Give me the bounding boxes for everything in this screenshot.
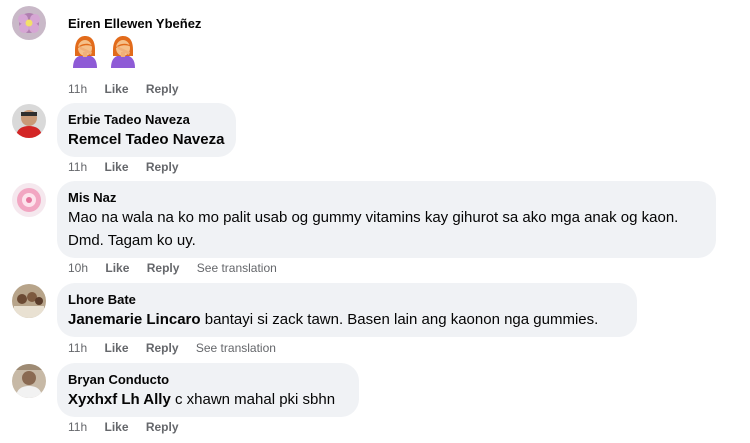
comment-actions: 11h Like Reply bbox=[68, 160, 193, 174]
emoji-row bbox=[70, 34, 138, 68]
comment-time[interactable]: 11h bbox=[68, 160, 87, 174]
comment-item: Erbie Tadeo Naveza Remcel Tadeo Naveza 1… bbox=[0, 100, 750, 180]
comment-author[interactable]: Lhore Bate bbox=[68, 291, 625, 308]
person-avatar-icon bbox=[12, 364, 46, 398]
comment-bubble: Bryan Conducto Xyxhxf Lh Ally c xhawn ma… bbox=[57, 363, 359, 417]
like-button[interactable]: Like bbox=[104, 341, 128, 355]
comment-bubble: Eiren Ellewen Ybeñez bbox=[57, 7, 213, 32]
comment-text: Mao na wala na ko mo palit usab og gummy… bbox=[68, 209, 679, 249]
comment-author[interactable]: Mis Naz bbox=[68, 189, 704, 206]
comment-actions: 11h Like Reply See translation bbox=[68, 341, 290, 355]
facepalm-emoji bbox=[111, 36, 135, 68]
comment-item: Mis Naz Mao na wala na ko mo palit usab … bbox=[0, 180, 750, 280]
comment-bubble: Erbie Tadeo Naveza Remcel Tadeo Naveza bbox=[57, 103, 237, 157]
comment-text: bantayi si zack tawn. Basen lain ang kao… bbox=[204, 311, 599, 328]
flower-avatar-icon bbox=[12, 6, 46, 40]
comment-actions: 10h Like Reply See translation bbox=[68, 261, 291, 275]
avatar[interactable] bbox=[12, 104, 46, 138]
tagged-user[interactable]: Remcel Tadeo Naveza bbox=[68, 128, 224, 151]
pink-avatar-icon bbox=[12, 183, 46, 217]
comment-bubble: Lhore Bate Janemarie Lincaro bantayi si … bbox=[57, 283, 637, 337]
group-avatar-icon bbox=[12, 284, 46, 318]
comment-item: Bryan Conducto Xyxhxf Lh Ally c xhawn ma… bbox=[0, 360, 750, 443]
comment-item: Eiren Ellewen Ybeñez 11h Like Reply bbox=[0, 0, 750, 100]
facepalm-emoji bbox=[73, 36, 97, 68]
comment-author[interactable]: Bryan Conducto bbox=[68, 371, 347, 388]
like-button[interactable]: Like bbox=[104, 420, 128, 434]
reply-button[interactable]: Reply bbox=[146, 82, 179, 96]
comment-actions: 11h Like Reply bbox=[68, 420, 193, 434]
comment-item: Lhore Bate Janemarie Lincaro bantayi si … bbox=[0, 280, 750, 360]
comment-actions: 11h Like Reply bbox=[68, 82, 193, 96]
comment-time[interactable]: 11h bbox=[68, 82, 87, 96]
comment-body: Xyxhxf Lh Ally c xhawn mahal pki sbhn bbox=[68, 388, 347, 411]
reply-button[interactable]: Reply bbox=[146, 420, 179, 434]
see-translation-link[interactable]: See translation bbox=[197, 261, 277, 275]
like-button[interactable]: Like bbox=[104, 160, 128, 174]
comments-section: Eiren Ellewen Ybeñez 11h Like Reply Erbi… bbox=[0, 0, 750, 443]
tagged-user[interactable]: Xyxhxf Lh Ally bbox=[68, 391, 171, 408]
reply-button[interactable]: Reply bbox=[147, 261, 180, 275]
tagged-user[interactable]: Janemarie Lincaro bbox=[68, 311, 201, 328]
like-button[interactable]: Like bbox=[105, 261, 129, 275]
avatar[interactable] bbox=[12, 183, 46, 217]
person-avatar-icon bbox=[12, 104, 46, 138]
avatar[interactable] bbox=[12, 6, 46, 40]
avatar[interactable] bbox=[12, 364, 46, 398]
like-button[interactable]: Like bbox=[104, 82, 128, 96]
see-translation-link[interactable]: See translation bbox=[196, 341, 276, 355]
comment-author[interactable]: Erbie Tadeo Naveza bbox=[68, 111, 224, 128]
comment-text: c xhawn mahal pki sbhn bbox=[174, 391, 336, 408]
reply-button[interactable]: Reply bbox=[146, 160, 179, 174]
comment-author[interactable]: Eiren Ellewen Ybeñez bbox=[68, 15, 201, 32]
reply-button[interactable]: Reply bbox=[146, 341, 179, 355]
avatar[interactable] bbox=[12, 284, 46, 318]
comment-time[interactable]: 10h bbox=[68, 261, 88, 275]
comment-bubble: Mis Naz Mao na wala na ko mo palit usab … bbox=[57, 181, 716, 258]
comment-time[interactable]: 11h bbox=[68, 341, 87, 355]
comment-time[interactable]: 11h bbox=[68, 420, 87, 434]
comment-body: Janemarie Lincaro bantayi si zack tawn. … bbox=[68, 308, 625, 331]
